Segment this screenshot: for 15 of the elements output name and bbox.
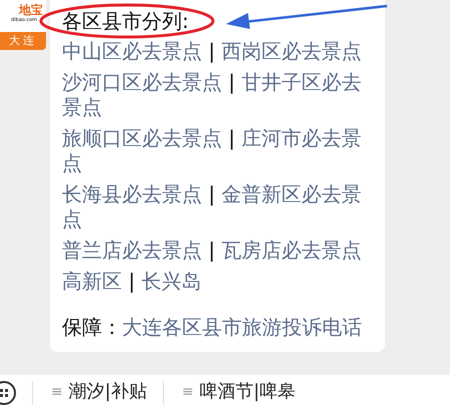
menu-icon: ≡	[182, 381, 194, 403]
link-row[interactable]: 长海县必去景点 | 金普新区必去景点	[62, 182, 373, 232]
link-row[interactable]: 中山区必去景点 | 西岗区必去景点	[62, 39, 373, 64]
link-row[interactable]: 沙河口区必去景点 | 甘井子区必去景点	[62, 70, 373, 120]
logo-city: 大连	[9, 34, 37, 48]
link-row[interactable]: 旅顺口区必去景点 | 庄河市必去景点	[62, 126, 373, 176]
menu-item[interactable]: 潮汐|补贴	[68, 381, 147, 403]
link-row[interactable]: 普兰店必去景点 | 瓦房店必去景点	[62, 238, 373, 263]
link-row[interactable]: 高新区 | 长兴岛	[62, 269, 373, 294]
section-heading: 各区县市分列:	[62, 11, 189, 31]
logo-brand: 地宝	[19, 3, 43, 17]
menu-item[interactable]: 啤酒节|啤皋	[200, 381, 296, 403]
menu-icon: ≡	[51, 381, 63, 403]
footer-label: 保障：	[62, 315, 122, 339]
link[interactable]: 大连各区县市旅游投诉电话	[122, 315, 362, 339]
